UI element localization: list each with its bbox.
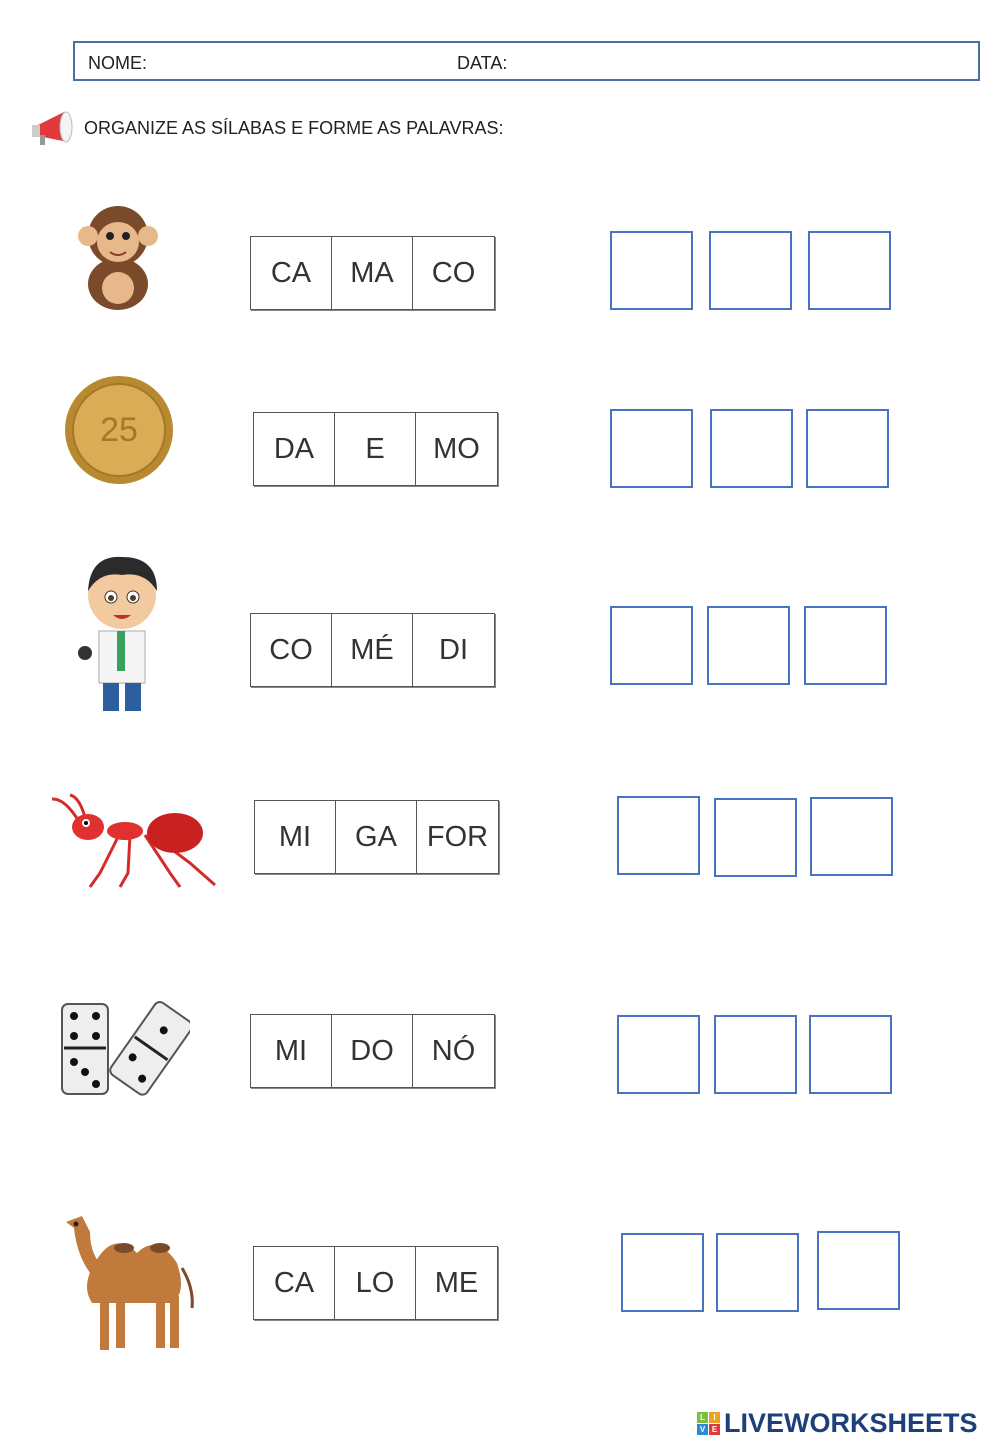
logo-letter: L [697, 1412, 708, 1423]
syllable-group: CA LO ME [253, 1246, 498, 1320]
doctor-image [78, 556, 157, 711]
syllable-group: MI DO NÓ [250, 1014, 495, 1088]
syllable-group: DA E MO [253, 412, 498, 486]
monkey-image [78, 206, 158, 310]
syllable-tile[interactable]: ME [416, 1247, 497, 1319]
syllable-tile[interactable]: GA [336, 801, 417, 873]
date-label: DATA: [457, 53, 508, 73]
syllable-group: CO MÉ DI [250, 613, 495, 687]
syllable-tile[interactable]: DI [413, 614, 494, 686]
syllable-tile[interactable]: MI [251, 1015, 332, 1087]
syllable-group: CA MA CO [250, 236, 495, 310]
syllable-tile[interactable]: CO [413, 237, 494, 309]
syllable-group: MI GA FOR [254, 800, 499, 874]
answer-box[interactable] [714, 1015, 797, 1094]
syllable-tile[interactable]: FOR [417, 801, 498, 873]
instruction: ORGANIZE AS SÍLABAS E FORME AS PALAVRAS: [30, 108, 503, 148]
answer-box[interactable] [709, 231, 792, 310]
answer-box[interactable] [809, 1015, 892, 1094]
answer-box[interactable] [610, 409, 693, 488]
syllable-tile[interactable]: DO [332, 1015, 413, 1087]
syllable-tile[interactable]: CO [251, 614, 332, 686]
logo-letter: E [709, 1424, 720, 1435]
syllable-tile[interactable]: MI [255, 801, 336, 873]
logo-text: LIVEWORKSHEETS [724, 1408, 978, 1438]
syllable-tile[interactable]: DA [254, 413, 335, 485]
answer-box[interactable] [817, 1231, 900, 1310]
camel-image [66, 1216, 194, 1350]
svg-text:25: 25 [100, 411, 138, 449]
syllable-tile[interactable]: MA [332, 237, 413, 309]
syllable-tile[interactable]: CA [251, 237, 332, 309]
syllable-tile[interactable]: E [335, 413, 416, 485]
dominoes-image [61, 1001, 190, 1096]
logo-letter: I [709, 1412, 720, 1423]
answer-box[interactable] [806, 409, 889, 488]
name-label: NOME: [88, 53, 148, 73]
answer-box[interactable] [808, 231, 891, 310]
answer-box[interactable] [716, 1233, 799, 1312]
answer-box[interactable] [804, 606, 887, 685]
worksheet-page: NOME: DATA: ORGANIZE AS SÍLABAS E FORME … [0, 0, 1000, 1443]
answer-box[interactable] [810, 797, 893, 876]
answer-box[interactable] [621, 1233, 704, 1312]
answer-box[interactable] [610, 606, 693, 685]
syllable-tile[interactable]: MO [416, 413, 497, 485]
syllable-tile[interactable]: CA [254, 1247, 335, 1319]
ant-image [51, 793, 216, 888]
syllable-tile[interactable]: MÉ [332, 614, 413, 686]
syllable-tile[interactable]: LO [335, 1247, 416, 1319]
liveworksheets-logo: L I V E LIVEWORKSHEETS [697, 1408, 978, 1439]
coin-image: 25 [65, 376, 173, 484]
instruction-text: ORGANIZE AS SÍLABAS E FORME AS PALAVRAS: [84, 117, 504, 138]
answer-box[interactable] [610, 231, 693, 310]
syllable-tile[interactable]: NÓ [413, 1015, 494, 1087]
answer-box[interactable] [710, 409, 793, 488]
answer-box[interactable] [714, 798, 797, 877]
logo-cube-icon: L I V E [697, 1412, 720, 1435]
answer-box[interactable] [707, 606, 790, 685]
answer-box[interactable] [617, 1015, 700, 1094]
name-date-box: NOME: DATA: [73, 41, 980, 81]
logo-letter: V [697, 1424, 708, 1435]
megaphone-icon [32, 111, 73, 145]
answer-box[interactable] [617, 796, 700, 875]
